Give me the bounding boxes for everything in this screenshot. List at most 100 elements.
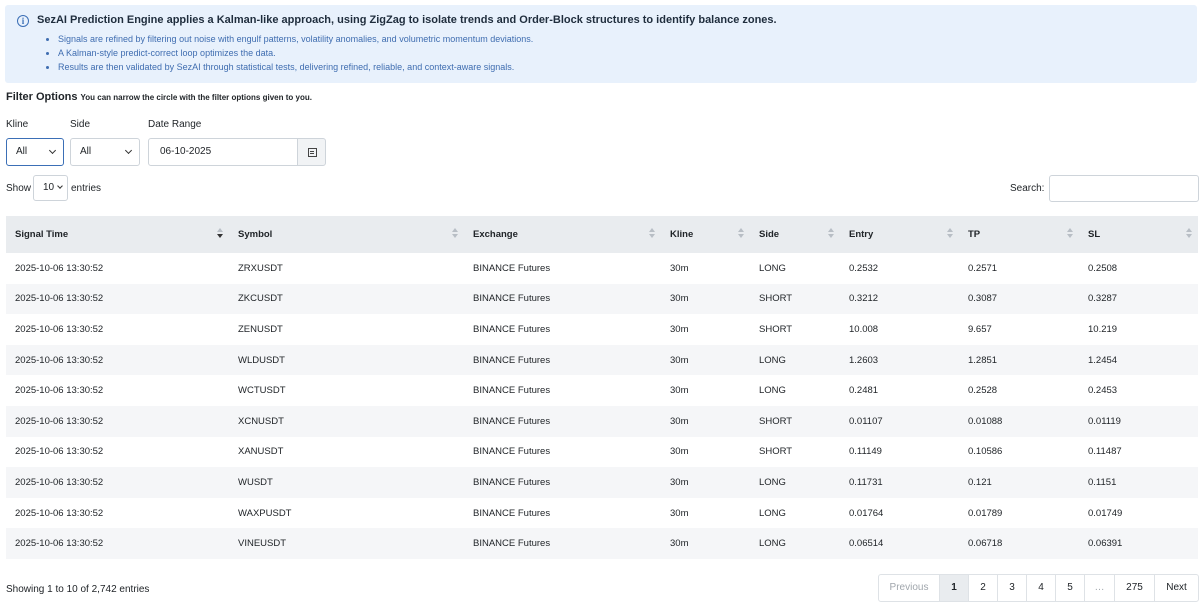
kline-cell: 30m [670, 354, 689, 366]
entry-cell: 1.2603 [849, 354, 879, 366]
kline-cell: 30m [670, 415, 689, 427]
sort-icon [649, 228, 655, 240]
symbol-cell: XCNUSDT [238, 415, 284, 427]
table-row: 2025-10-06 13:30:52 ZKCUSDT BINANCE Future… [6, 283, 1198, 315]
table-row: 2025-10-06 13:30:52 XCNUSDT BINANCE Future… [6, 405, 1198, 437]
table-header-row: Signal Time Symbol Exchange Kline Side E… [6, 216, 1198, 253]
chevron-down-icon [48, 146, 57, 155]
table-row: 2025-10-06 13:30:52 WCTUSDT BINANCE Future… [6, 375, 1198, 406]
kline-cell: 30m [670, 385, 689, 397]
symbol-cell: WCTUSDT [238, 385, 286, 397]
date-picker-button[interactable] [297, 138, 326, 166]
kline-cell: 30m [670, 538, 689, 550]
pagination-page-275[interactable]: 275 [1115, 575, 1155, 601]
sl-cell: 0.2453 [1088, 385, 1118, 397]
side-cell: SHORT [759, 446, 793, 458]
sort-icon [738, 228, 744, 240]
exchange-cell: BINANCE Futures [473, 293, 551, 305]
pagination-next[interactable]: Next [1155, 575, 1198, 601]
side-cell: LONG [759, 354, 786, 366]
pagination-page-3[interactable]: 3 [998, 575, 1027, 601]
side-select[interactable]: All [70, 138, 140, 166]
signal-time-cell: 2025-10-06 13:30:52 [15, 354, 104, 366]
sort-icon [1067, 228, 1073, 240]
entry-cell: 0.2481 [849, 385, 879, 397]
filter-title: Filter Options [6, 91, 78, 103]
column-header-label: Exchange [473, 229, 518, 240]
sl-cell: 0.1151 [1088, 476, 1117, 488]
exchange-cell: BINANCE Futures [473, 415, 551, 427]
sort-icon [1186, 228, 1192, 240]
table-row: 2025-10-06 13:30:52 WAXPUSDT BINANCE Futur… [6, 497, 1198, 529]
table-info: Showing 1 to 10 of 2,742 entries [6, 584, 150, 595]
kline-cell: 30m [670, 507, 689, 519]
side-cell: SHORT [759, 323, 793, 335]
column-header-signal-time[interactable]: Signal Time [6, 216, 229, 253]
signal-time-cell: 2025-10-06 13:30:52 [15, 385, 104, 397]
side-label: Side [70, 119, 91, 130]
info-bullet: A Kalman-style predict-correct loop opti… [58, 46, 533, 60]
pagination-page-4[interactable]: 4 [1027, 575, 1056, 601]
signal-time-cell: 2025-10-06 13:30:52 [15, 507, 104, 519]
sl-cell: 0.01749 [1088, 507, 1123, 519]
entry-cell: 0.11731 [849, 476, 883, 488]
entries-length-select[interactable]: 10 [33, 175, 68, 201]
kline-select-value: All [16, 146, 28, 157]
kline-cell: 30m [670, 323, 689, 335]
tp-cell: 0.06718 [968, 538, 1003, 550]
signal-time-cell: 2025-10-06 13:30:52 [15, 262, 104, 274]
kline-cell: 30m [670, 476, 689, 488]
symbol-cell: ZRXUSDT [238, 262, 283, 274]
symbol-cell: VINEUSDT [238, 538, 287, 550]
signal-time-cell: 2025-10-06 13:30:52 [15, 293, 104, 305]
table-row: 2025-10-06 13:30:52 WLDUSDT BINANCE Future… [6, 344, 1198, 376]
tp-cell: 0.2571 [968, 262, 998, 274]
entry-cell: 10.008 [849, 323, 879, 335]
chevron-down-icon [57, 183, 63, 189]
info-icon: i [17, 15, 29, 27]
pagination-page-1[interactable]: 1 [940, 575, 969, 601]
column-header-label: SL [1088, 229, 1101, 240]
sl-cell: 0.2508 [1088, 262, 1118, 274]
entries-label: entries [71, 183, 102, 194]
tp-cell: 9.657 [968, 323, 992, 335]
column-header-symbol[interactable]: Symbol [229, 216, 464, 253]
date-range-input[interactable]: 06-10-2025 [148, 138, 298, 166]
sl-cell: 1.2454 [1088, 354, 1118, 366]
signal-time-cell: 2025-10-06 13:30:52 [15, 323, 104, 335]
column-header-exchange[interactable]: Exchange [464, 216, 661, 253]
column-header-kline[interactable]: Kline [661, 216, 750, 253]
pagination-previous[interactable]: Previous [879, 575, 940, 601]
column-header-label: Symbol [238, 229, 273, 240]
side-cell: LONG [759, 507, 786, 519]
column-header-side[interactable]: Side [750, 216, 840, 253]
side-cell: LONG [759, 262, 786, 274]
pagination-page-5[interactable]: 5 [1056, 575, 1085, 601]
pagination: Previous 1 2 3 4 5 … 275 Next [878, 574, 1199, 602]
column-header-sl[interactable]: SL [1079, 216, 1198, 253]
tp-cell: 1.2851 [968, 354, 998, 366]
signal-time-cell: 2025-10-06 13:30:52 [15, 415, 104, 427]
side-cell: LONG [759, 385, 786, 397]
table-row: 2025-10-06 13:30:52 ZRXUSDT BINANCE Future… [6, 253, 1198, 284]
info-title: SezAI Prediction Engine applies a Kalman… [37, 14, 777, 26]
signal-time-cell: 2025-10-06 13:30:52 [15, 476, 104, 488]
column-header-entry[interactable]: Entry [840, 216, 959, 253]
entry-cell: 0.3212 [849, 293, 879, 305]
table-row: 2025-10-06 13:30:52 XANUSDT BINANCE Future… [6, 436, 1198, 468]
pagination-page-2[interactable]: 2 [969, 575, 998, 601]
side-cell: SHORT [759, 415, 793, 427]
search-input[interactable] [1049, 175, 1199, 202]
signal-time-cell: 2025-10-06 13:30:52 [15, 446, 104, 458]
kline-select[interactable]: All [6, 138, 64, 166]
sl-cell: 10.219 [1088, 323, 1118, 335]
tp-cell: 0.3087 [968, 293, 998, 305]
symbol-cell: ZKCUSDT [238, 293, 283, 305]
date-range-label: Date Range [148, 119, 202, 130]
exchange-cell: BINANCE Futures [473, 354, 551, 366]
symbol-cell: WLDUSDT [238, 354, 285, 366]
filter-subtitle: You can narrow the circle with the filte… [80, 93, 312, 102]
sl-cell: 0.3287 [1088, 293, 1118, 305]
column-header-tp[interactable]: TP [959, 216, 1079, 253]
kline-cell: 30m [670, 446, 689, 458]
